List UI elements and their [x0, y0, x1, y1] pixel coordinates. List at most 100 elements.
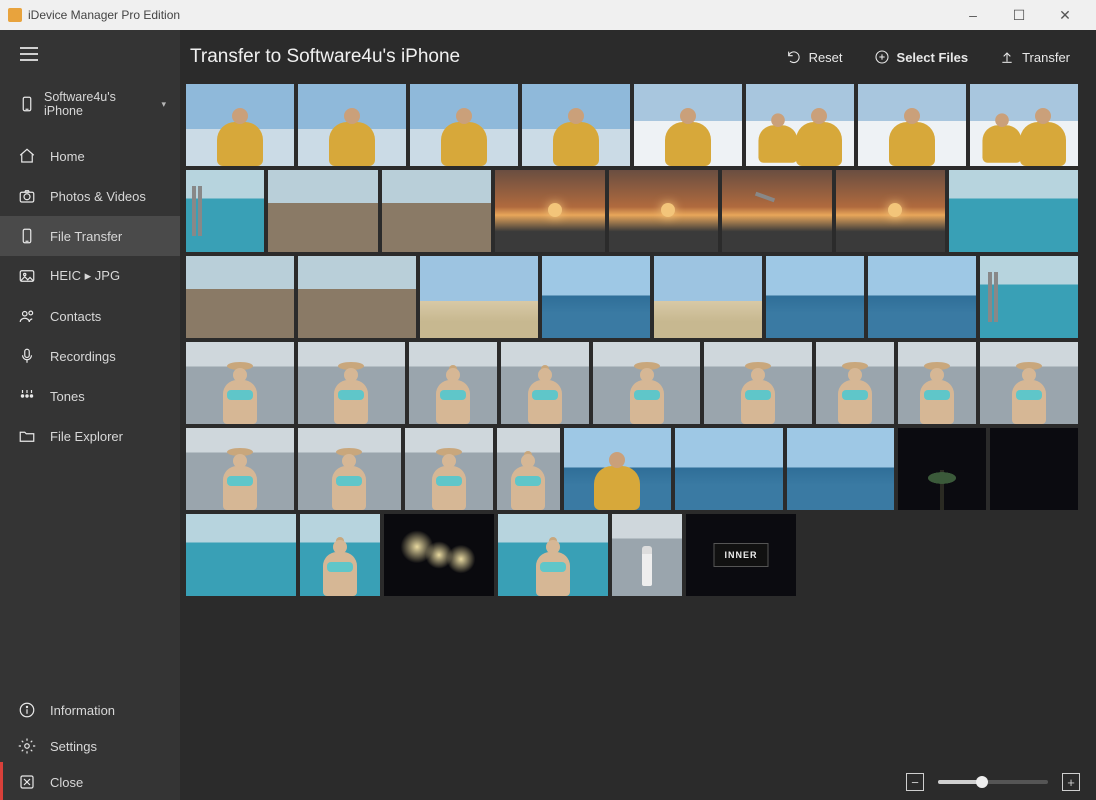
sidebar-item-home[interactable]: Home	[0, 136, 180, 176]
thumbnail[interactable]	[186, 428, 294, 510]
sidebar-item-contacts[interactable]: Contacts	[0, 296, 180, 336]
thumbnail[interactable]	[980, 342, 1078, 424]
thumbnail[interactable]	[868, 256, 976, 338]
thumbnail-scene	[542, 256, 650, 338]
sidebar-item-settings[interactable]: Settings	[0, 728, 180, 764]
select-files-label: Select Files	[897, 50, 969, 65]
sidebar-item-photos[interactable]: Photos & Videos	[0, 176, 180, 216]
thumbnail[interactable]	[990, 428, 1078, 510]
sidebar-item-label: HEIC ▸ JPG	[50, 268, 120, 284]
thumbnail[interactable]	[787, 428, 895, 510]
thumbnail[interactable]	[609, 170, 718, 252]
thumbnail[interactable]	[186, 84, 294, 166]
thumbnail[interactable]	[746, 84, 854, 166]
sidebar: Software4u's iPhone ▾ Home Photos & Video…	[0, 30, 180, 800]
image-icon	[18, 267, 36, 285]
sidebar-item-label: Home	[50, 149, 85, 164]
thumbnail[interactable]: INNER	[686, 514, 796, 596]
thumbnail[interactable]	[382, 170, 491, 252]
thumbnail[interactable]	[420, 256, 538, 338]
sidebar-item-label: Information	[50, 703, 115, 718]
thumbnail[interactable]	[405, 428, 493, 510]
thumbnail[interactable]	[980, 256, 1078, 338]
thumbnail[interactable]	[186, 170, 264, 252]
status-bar: − +	[180, 764, 1096, 800]
thumbnail-scene	[868, 256, 976, 338]
thumbnail-scene	[298, 256, 416, 338]
sidebar-item-label: Close	[50, 775, 83, 790]
window-title: iDevice Manager Pro Edition	[28, 8, 950, 22]
zoom-slider[interactable]	[938, 780, 1048, 784]
thumbnail[interactable]	[766, 256, 864, 338]
sidebar-item-heic[interactable]: HEIC ▸ JPG	[0, 256, 180, 296]
thumbnail[interactable]	[497, 428, 560, 510]
thumbnail[interactable]	[298, 342, 406, 424]
sidebar-toggle-button[interactable]	[0, 30, 180, 78]
thumbnail[interactable]	[298, 428, 402, 510]
thumbnail[interactable]	[300, 514, 380, 596]
window-close-button[interactable]: ✕	[1042, 0, 1088, 30]
select-files-button[interactable]: Select Files	[867, 44, 975, 70]
thumbnail[interactable]	[593, 342, 701, 424]
sidebar-item-label: File Transfer	[50, 229, 122, 244]
main-header: Transfer to Software4u's iPhone Reset Se…	[180, 30, 1096, 84]
thumbnail-row: INNER	[186, 514, 1078, 596]
thumbnail[interactable]	[654, 256, 762, 338]
phone-icon	[18, 95, 36, 113]
thumbnail[interactable]	[186, 256, 294, 338]
thumbnail-row	[186, 256, 1078, 338]
zoom-out-button[interactable]: −	[906, 773, 924, 791]
thumbnail-scene	[186, 170, 264, 252]
sidebar-item-label: Recordings	[50, 349, 116, 364]
thumbnail[interactable]	[836, 170, 945, 252]
zoom-in-button[interactable]: +	[1062, 773, 1080, 791]
thumbnail[interactable]	[495, 170, 604, 252]
thumbnail[interactable]	[564, 428, 672, 510]
window-minimize-button[interactable]: –	[950, 0, 996, 30]
thumbnail[interactable]	[498, 514, 608, 596]
sidebar-item-close[interactable]: Close	[0, 764, 180, 800]
thumbnail[interactable]	[722, 170, 831, 252]
thumbnail-scene	[675, 428, 783, 510]
thumbnail[interactable]	[542, 256, 650, 338]
close-accent-bar	[0, 762, 3, 800]
thumbnail[interactable]	[522, 84, 630, 166]
zoom-slider-knob[interactable]	[976, 776, 988, 788]
sidebar-item-explorer[interactable]: File Explorer	[0, 416, 180, 456]
thumbnail[interactable]	[704, 342, 812, 424]
thumbnail[interactable]	[384, 514, 494, 596]
sidebar-item-label: Settings	[50, 739, 97, 754]
upload-icon	[998, 48, 1016, 66]
sidebar-item-label: Tones	[50, 389, 85, 404]
thumbnail[interactable]	[858, 84, 966, 166]
thumbnail[interactable]	[298, 84, 406, 166]
thumbnail[interactable]	[186, 342, 294, 424]
thumbnail[interactable]	[898, 342, 976, 424]
thumbnail[interactable]	[816, 342, 894, 424]
info-icon	[18, 701, 36, 719]
thumbnail[interactable]	[634, 84, 742, 166]
window-maximize-button[interactable]: ☐	[996, 0, 1042, 30]
sidebar-item-info[interactable]: Information	[0, 692, 180, 728]
thumbnail[interactable]	[298, 256, 416, 338]
sidebar-item-tones[interactable]: Tones	[0, 376, 180, 416]
sidebar-item-label: Photos & Videos	[50, 189, 146, 204]
thumbnail[interactable]	[186, 514, 296, 596]
sidebar-item-recordings[interactable]: Recordings	[0, 336, 180, 376]
thumbnail[interactable]	[501, 342, 589, 424]
thumbnail[interactable]	[612, 514, 682, 596]
thumbnail[interactable]	[898, 428, 986, 510]
thumbnail[interactable]	[409, 342, 497, 424]
thumbnail[interactable]	[970, 84, 1078, 166]
plus-circle-icon	[873, 48, 891, 66]
thumbnail[interactable]	[949, 170, 1078, 252]
thumbnail[interactable]	[675, 428, 783, 510]
transfer-button[interactable]: Transfer	[992, 44, 1076, 70]
device-selector[interactable]: Software4u's iPhone ▾	[0, 78, 180, 136]
sidebar-item-transfer[interactable]: File Transfer	[0, 216, 180, 256]
thumbnail-scene	[186, 256, 294, 338]
thumbnail[interactable]	[268, 170, 377, 252]
thumbnail[interactable]	[410, 84, 518, 166]
reset-button[interactable]: Reset	[779, 44, 849, 70]
thumbnail-row	[186, 428, 1078, 510]
